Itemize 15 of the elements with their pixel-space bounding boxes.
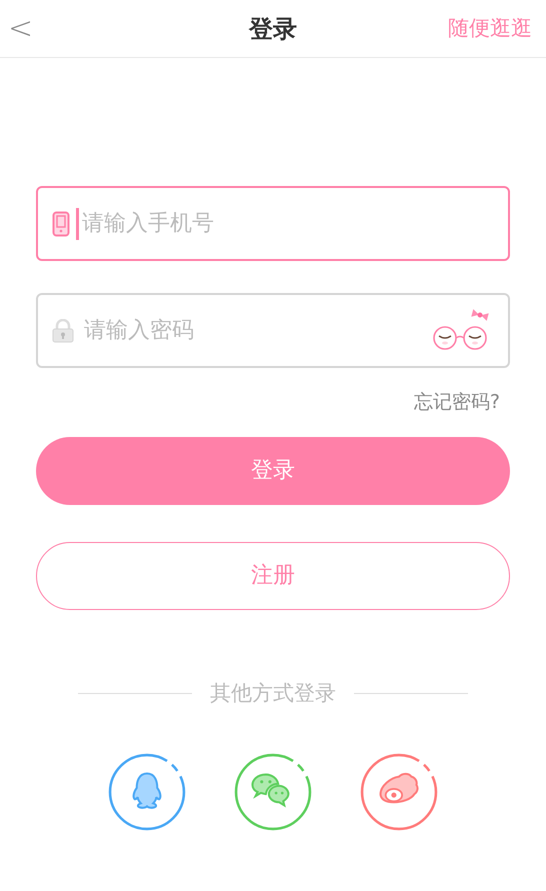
phone-field[interactable]: 请输入手机号 <box>36 186 510 261</box>
text-caret <box>76 208 79 240</box>
back-button[interactable]: < <box>8 14 28 44</box>
login-button[interactable]: 登录 <box>36 436 510 504</box>
lock-icon <box>52 318 74 342</box>
browse-link[interactable]: 随便逛逛 <box>448 12 532 44</box>
chat-bubbles-icon[interactable] <box>234 753 312 831</box>
divider-text: 其他方式登录 <box>210 680 336 706</box>
eye-swirl-icon[interactable] <box>360 753 438 831</box>
password-field[interactable]: 请输入密码 <box>36 293 510 368</box>
register-button[interactable]: 注册 <box>36 542 510 610</box>
page-title: 登录 <box>249 14 297 44</box>
penguin-icon[interactable] <box>108 753 186 831</box>
phone-icon <box>52 210 70 236</box>
forgot-password-link[interactable]: 忘记密码? <box>414 388 500 416</box>
